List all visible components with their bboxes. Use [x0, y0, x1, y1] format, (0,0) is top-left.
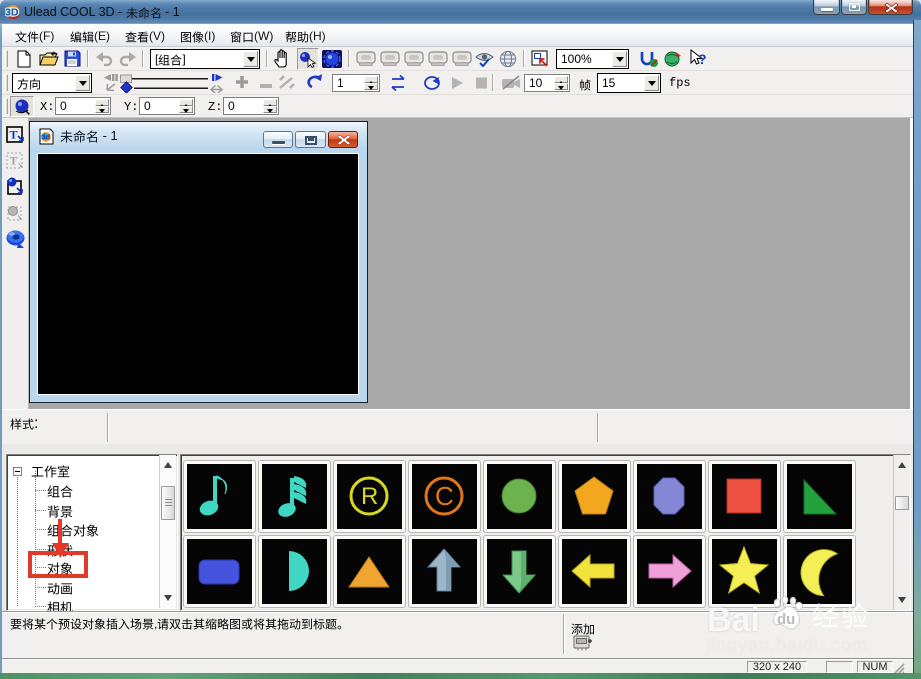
svg-text:?: ?: [698, 51, 707, 67]
svg-text:R: R: [361, 483, 378, 510]
svg-text:3D: 3D: [5, 7, 19, 19]
svg-text:T: T: [10, 128, 18, 142]
svg-text:C: C: [435, 481, 454, 511]
svg-text:3d: 3d: [41, 133, 50, 142]
svg-text:T: T: [10, 154, 18, 168]
